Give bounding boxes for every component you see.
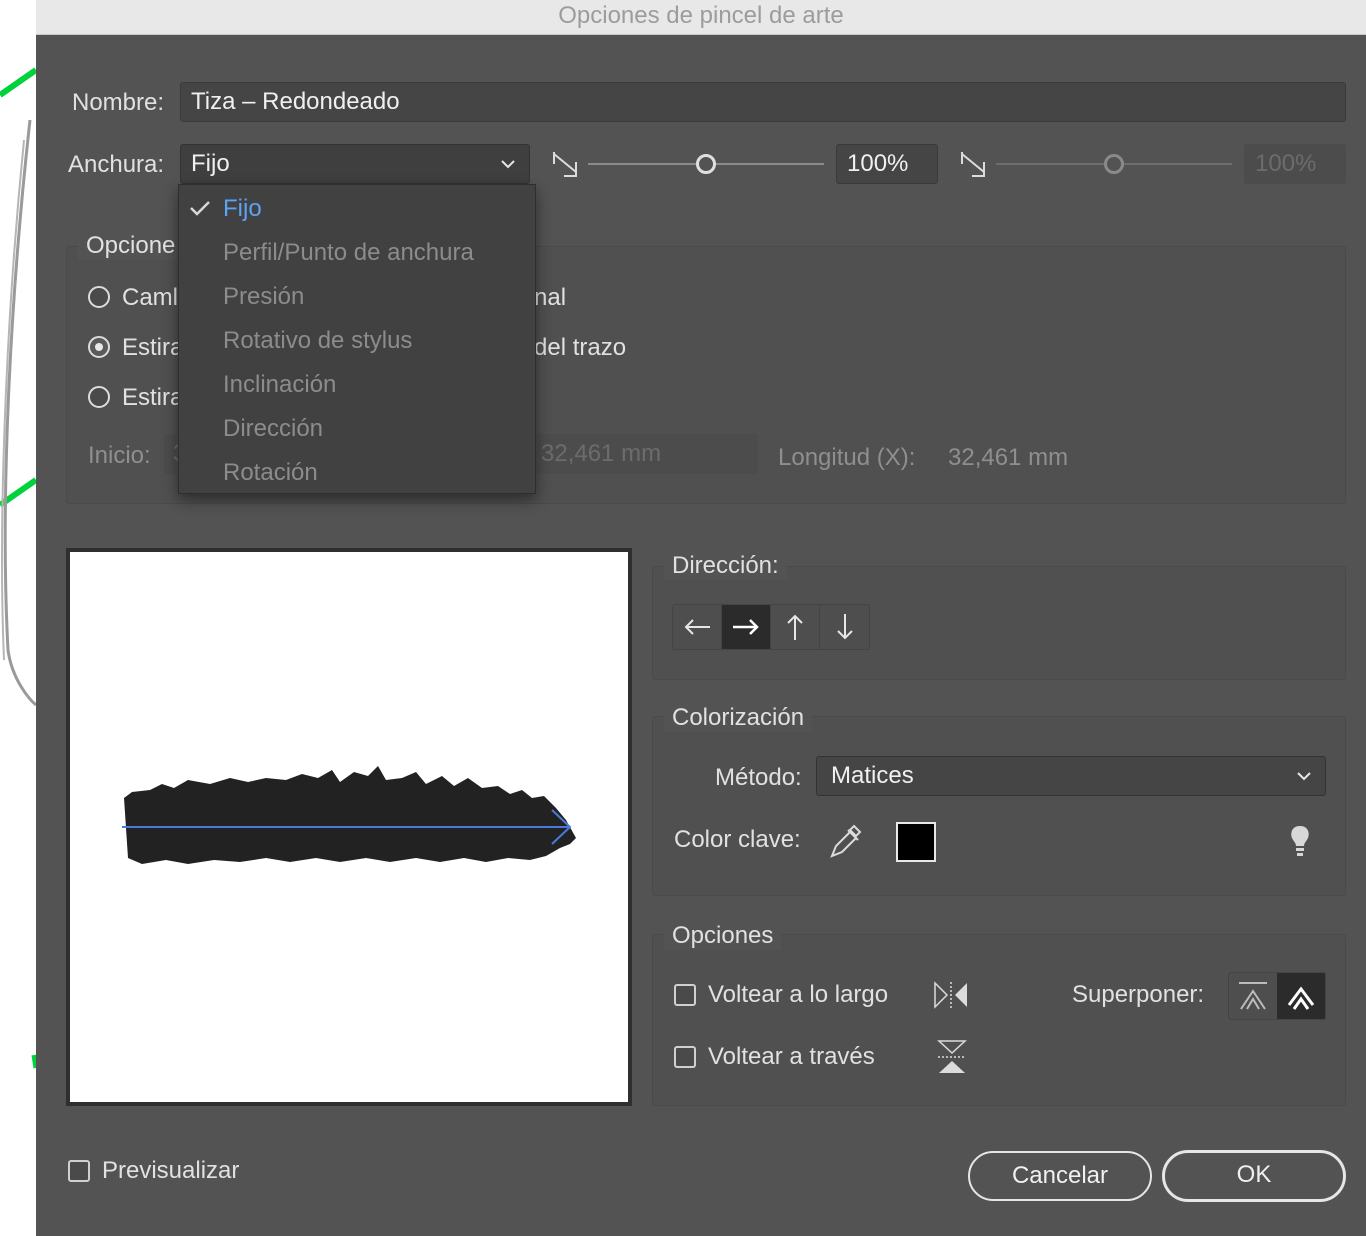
arrow-right-icon <box>733 619 759 635</box>
brush-stroke-preview <box>122 766 576 864</box>
menu-item-perfil[interactable]: Perfil/Punto de anchura <box>179 231 535 275</box>
brush-shape <box>124 766 576 864</box>
name-field-value: Tiza – Redondeado <box>191 88 400 115</box>
menu-item-presion[interactable]: Presión <box>179 275 535 319</box>
eyedropper-icon[interactable] <box>828 822 864 862</box>
scale-radio-1[interactable] <box>88 286 110 308</box>
width-percent-field[interactable]: 100% <box>836 144 938 184</box>
width-variation-icon <box>553 152 577 177</box>
canvas-background <box>0 0 36 1236</box>
menu-item-inclinacion[interactable]: Inclinación <box>179 363 535 407</box>
scale-radio-2-label-end: del trazo <box>534 334 627 361</box>
colorization-title: Colorización <box>664 704 813 732</box>
arrow-up-icon <box>787 614 803 640</box>
flip-across-checkbox[interactable] <box>674 1046 696 1068</box>
width-slider-knob[interactable] <box>696 154 716 174</box>
width-slider[interactable] <box>588 154 824 174</box>
scale-radio-3-label: Estira <box>122 384 184 411</box>
options-group <box>652 934 1346 1106</box>
length-label: Longitud (X): <box>778 444 916 471</box>
scale-options-title: Opcione <box>78 232 184 260</box>
method-label: Método: <box>715 764 802 791</box>
scale-radio-3[interactable] <box>88 386 110 408</box>
colorization-group <box>652 716 1346 896</box>
length-value: 32,461 mm <box>948 444 1069 471</box>
end-field-value: 32,461 mm <box>541 440 662 467</box>
brush-preview <box>66 548 632 1106</box>
direction-segmented-control <box>672 604 870 650</box>
scale-radio-2-label: Estira <box>122 334 184 361</box>
ok-button[interactable]: OK <box>1162 1150 1346 1202</box>
name-field[interactable]: Tiza – Redondeado <box>180 82 1346 122</box>
arrow-left-icon <box>684 619 710 635</box>
direction-up-button[interactable] <box>771 605 820 649</box>
preview-label: Previsualizar <box>102 1157 240 1184</box>
arrow-down-icon <box>836 614 853 640</box>
menu-item-rotativo[interactable]: Rotativo de stylus <box>179 319 535 363</box>
overlap-no-adjust-icon <box>1287 986 1315 1010</box>
scale-radio-1-label: Caml <box>122 284 179 311</box>
cancel-button[interactable]: Cancelar <box>968 1151 1152 1201</box>
scale-radio-1-label-end: nal <box>534 284 567 311</box>
flip-across-label: Voltear a través <box>708 1043 875 1070</box>
width-select-value: Fijo <box>191 150 230 177</box>
start-label: Inicio: <box>88 442 151 469</box>
width-label: Anchura: <box>68 151 165 178</box>
key-color-label: Color clave: <box>674 826 801 853</box>
width-variation-knob[interactable] <box>1104 154 1124 174</box>
flip-along-label: Voltear a lo largo <box>708 981 889 1008</box>
lightbulb-tips-icon[interactable] <box>1288 824 1312 860</box>
method-select[interactable]: Matices <box>816 756 1326 796</box>
key-color-swatch[interactable] <box>896 822 936 862</box>
preview-checkbox[interactable] <box>68 1160 90 1182</box>
width-variation-slider[interactable] <box>996 154 1232 174</box>
flip-along-checkbox[interactable] <box>674 984 696 1006</box>
overlap-control <box>1228 972 1326 1020</box>
end-field[interactable]: 32,461 mm <box>530 434 758 474</box>
chevron-down-icon <box>1297 772 1311 781</box>
menu-item-direccion[interactable]: Dirección <box>179 407 535 451</box>
width-variation-value: 100% <box>1255 150 1317 177</box>
menu-item-fijo[interactable]: Fijo <box>179 187 535 231</box>
title-bar: Opciones de pincel de arte <box>36 0 1366 35</box>
overlap-adjust-corners-icon <box>1239 982 1267 1010</box>
width-dropdown-menu: Fijo Perfil/Punto de anchura Presión Rot… <box>178 184 536 494</box>
canvas-artwork <box>0 67 36 1069</box>
flip-along-icon <box>934 981 967 1009</box>
overlap-option-2[interactable] <box>1277 973 1325 1019</box>
menu-item-rotacion[interactable]: Rotación <box>179 451 535 495</box>
width-select[interactable]: Fijo <box>180 144 530 184</box>
direction-down-button[interactable] <box>820 605 869 649</box>
direction-right-button[interactable] <box>722 605 771 649</box>
name-label: Nombre: <box>72 89 165 116</box>
width-percent-value: 100% <box>847 150 909 177</box>
width-variation-icon-2 <box>961 152 985 177</box>
flip-across-icon <box>937 1040 967 1073</box>
width-variation-field[interactable]: 100% <box>1244 144 1346 184</box>
overlap-label: Superponer: <box>1072 981 1205 1008</box>
scale-radio-2[interactable] <box>88 336 110 358</box>
chevron-down-icon <box>501 160 515 169</box>
options-title: Opciones <box>664 922 782 950</box>
method-select-value: Matices <box>831 762 914 789</box>
dialog-title: Opciones de pincel de arte <box>558 2 844 29</box>
direction-title: Dirección: <box>664 552 787 580</box>
direction-left-button[interactable] <box>673 605 722 649</box>
overlap-option-1[interactable] <box>1229 973 1277 1019</box>
